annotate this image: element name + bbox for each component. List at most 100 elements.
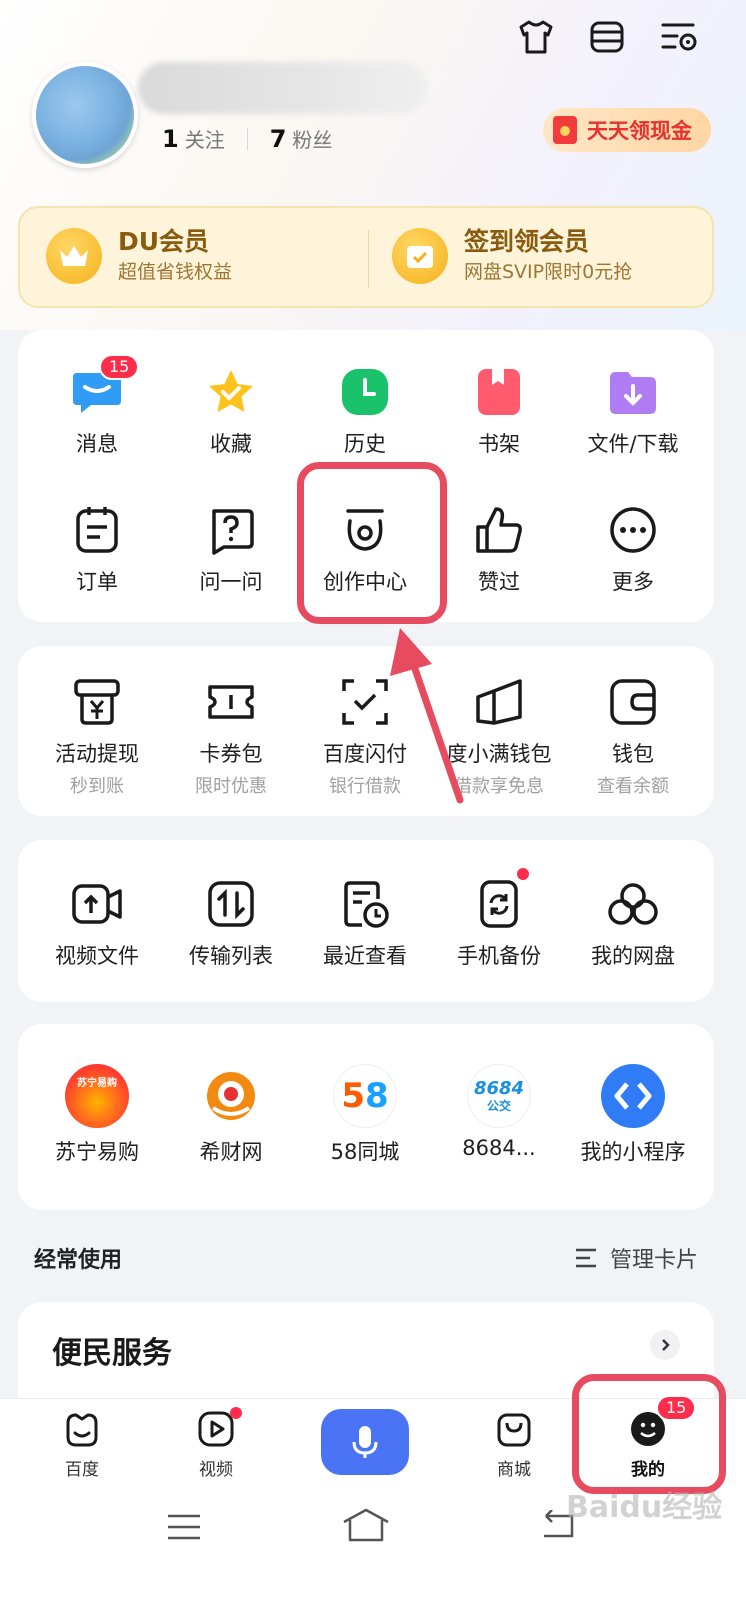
finance-item-label: 钱包 xyxy=(612,742,654,766)
followers-count[interactable]: 7 xyxy=(270,125,287,153)
frequent-section-title: 经常使用 xyxy=(34,1248,123,1273)
app-item-label: 希财网 xyxy=(199,1140,263,1164)
home-icon[interactable] xyxy=(342,1508,390,1546)
red-envelope-icon xyxy=(553,116,577,144)
suning-logo-text: 苏宁易购 xyxy=(77,1077,117,1089)
quick-item-orders[interactable]: 订单 xyxy=(30,502,164,596)
finance-item-label: 卡券包 xyxy=(199,742,263,766)
tab-label: 商城 xyxy=(497,1460,531,1480)
quick-item-label: 更多 xyxy=(612,570,654,594)
app-item-label: 58同城 xyxy=(330,1140,400,1164)
question-icon xyxy=(203,502,259,558)
shirt-icon[interactable] xyxy=(513,14,559,60)
microphone-icon xyxy=(352,1426,378,1458)
baidu-home-icon xyxy=(60,1407,104,1451)
tool-item-transfer-list[interactable]: 传输列表 xyxy=(164,876,298,970)
tool-item-my-netdisk[interactable]: 我的网盘 xyxy=(566,876,700,970)
menu-icon[interactable] xyxy=(166,1512,202,1546)
quick-item-liked[interactable]: 赞过 xyxy=(432,502,566,596)
quick-item-label: 赞过 xyxy=(478,570,520,594)
quick-item-bookshelf[interactable]: 书架 xyxy=(432,364,566,458)
du-vip-subtitle: 超值省钱权益 xyxy=(118,261,233,283)
app-item-suning[interactable]: 苏宁易购 苏宁易购 xyxy=(30,1064,164,1166)
quick-item-downloads[interactable]: 文件/下载 xyxy=(566,364,700,458)
tool-item-video-files[interactable]: 视频文件 xyxy=(30,876,164,970)
finance-item-sub: 查看余额 xyxy=(597,776,669,797)
xicai-logo xyxy=(199,1064,263,1128)
suning-logo: 苏宁易购 xyxy=(65,1064,129,1128)
profile-stats: 1 关注 7 粉丝 xyxy=(162,124,332,153)
chevron-right-icon[interactable] xyxy=(650,1330,680,1360)
shopping-bag-icon xyxy=(492,1407,536,1451)
tool-item-label: 我的网盘 xyxy=(591,944,675,968)
tool-item-label: 手机备份 xyxy=(457,944,541,968)
watermark: Baidu经验 xyxy=(566,1490,723,1525)
netdisk-tools-card: 视频文件 传输列表 最近查看 手机备份 我的网盘 xyxy=(18,840,714,1002)
tab-baidu[interactable]: 百度 xyxy=(32,1407,132,1480)
signin-vip-entry[interactable]: 签到领会员 网盘SVIP限时0元抢 xyxy=(392,226,632,286)
quick-item-messages[interactable]: 15 消息 xyxy=(30,354,164,458)
manage-cards-label: 管理卡片 xyxy=(609,1248,698,1273)
list-icon[interactable] xyxy=(584,14,630,60)
quick-item-label: 书架 xyxy=(478,432,520,456)
quick-item-label: 订单 xyxy=(76,570,118,594)
daily-cash-button[interactable]: 天天领现金 xyxy=(543,108,711,152)
calendar-check-icon xyxy=(392,228,448,284)
quick-item-ask[interactable]: 问一问 xyxy=(164,502,298,596)
highlight-box-mine-tab xyxy=(572,1374,726,1494)
app-item-label: 我的小程序 xyxy=(580,1140,686,1164)
app-item-my-miniprogram[interactable]: 我的小程序 xyxy=(566,1064,700,1166)
following-count[interactable]: 1 xyxy=(162,125,179,153)
8684-logo: 8684 公交 xyxy=(467,1064,531,1128)
tool-item-recent[interactable]: 最近查看 xyxy=(298,876,432,970)
avatar[interactable] xyxy=(32,62,138,168)
followers-label[interactable]: 粉丝 xyxy=(292,124,332,153)
miniprogram-icon xyxy=(601,1064,665,1128)
app-item-label: 8684... xyxy=(462,1136,536,1160)
video-upload-icon xyxy=(69,876,125,932)
voice-search-button[interactable] xyxy=(321,1409,409,1475)
annotation-arrow xyxy=(390,628,464,804)
finance-item-wallet[interactable]: 钱包 查看余额 xyxy=(566,674,700,798)
app-item-58[interactable]: 58 58同城 xyxy=(298,1064,432,1166)
tab-label: 视频 xyxy=(199,1460,233,1480)
order-icon xyxy=(69,502,125,558)
tab-video[interactable]: 视频 xyxy=(166,1407,266,1480)
more-icon xyxy=(605,502,661,558)
stats-divider xyxy=(246,127,248,150)
phone-backup-dot xyxy=(517,868,529,880)
finance-item-sub: 秒到账 xyxy=(70,776,124,797)
settings-icon[interactable] xyxy=(656,14,702,60)
menu-lines-icon xyxy=(575,1248,596,1268)
tool-item-label: 视频文件 xyxy=(55,944,139,968)
username-blurred xyxy=(138,62,428,114)
manage-cards-button[interactable]: 管理卡片 xyxy=(574,1242,698,1274)
du-vip-entry[interactable]: DU会员 超值省钱权益 xyxy=(46,226,232,286)
signin-vip-title: 签到领会员 xyxy=(464,227,590,256)
vip-divider xyxy=(368,230,369,288)
tab-mall[interactable]: 商城 xyxy=(464,1407,564,1480)
quick-item-label: 问一问 xyxy=(199,570,263,594)
quick-item-history[interactable]: 历史 xyxy=(298,364,432,458)
app-item-xicai[interactable]: 希财网 xyxy=(164,1064,298,1166)
mini-apps-card: 苏宁易购 苏宁易购 希财网 58 58同城 8684 公交 8684... 我的… xyxy=(18,1024,714,1210)
signin-vip-subtitle: 网盘SVIP限时0元抢 xyxy=(464,261,633,283)
tab-label: 百度 xyxy=(65,1460,99,1480)
wallet-icon xyxy=(605,674,661,730)
quick-item-label: 收藏 xyxy=(210,432,252,456)
quick-item-more[interactable]: 更多 xyxy=(566,502,700,596)
following-label[interactable]: 关注 xyxy=(185,124,225,153)
quick-item-label: 历史 xyxy=(344,432,386,456)
finance-item-coupons[interactable]: 卡券包 限时优惠 xyxy=(164,674,298,798)
app-item-8684[interactable]: 8684 公交 8684... xyxy=(432,1064,566,1160)
quick-item-favorites[interactable]: 收藏 xyxy=(164,364,298,458)
thumbs-up-icon xyxy=(471,502,527,558)
messages-badge: 15 xyxy=(99,354,140,380)
recent-doc-icon xyxy=(337,876,393,932)
8684-logo-text: 8684 xyxy=(473,1078,525,1099)
tool-item-phone-backup[interactable]: 手机备份 xyxy=(432,868,566,970)
highlight-box-creator-center xyxy=(297,462,447,624)
du-vip-title: DU会员 xyxy=(118,227,210,256)
finance-item-withdraw[interactable]: 活动提现 秒到账 xyxy=(30,674,164,798)
membership-banner: DU会员 超值省钱权益 签到领会员 网盘SVIP限时0元抢 xyxy=(18,206,714,308)
